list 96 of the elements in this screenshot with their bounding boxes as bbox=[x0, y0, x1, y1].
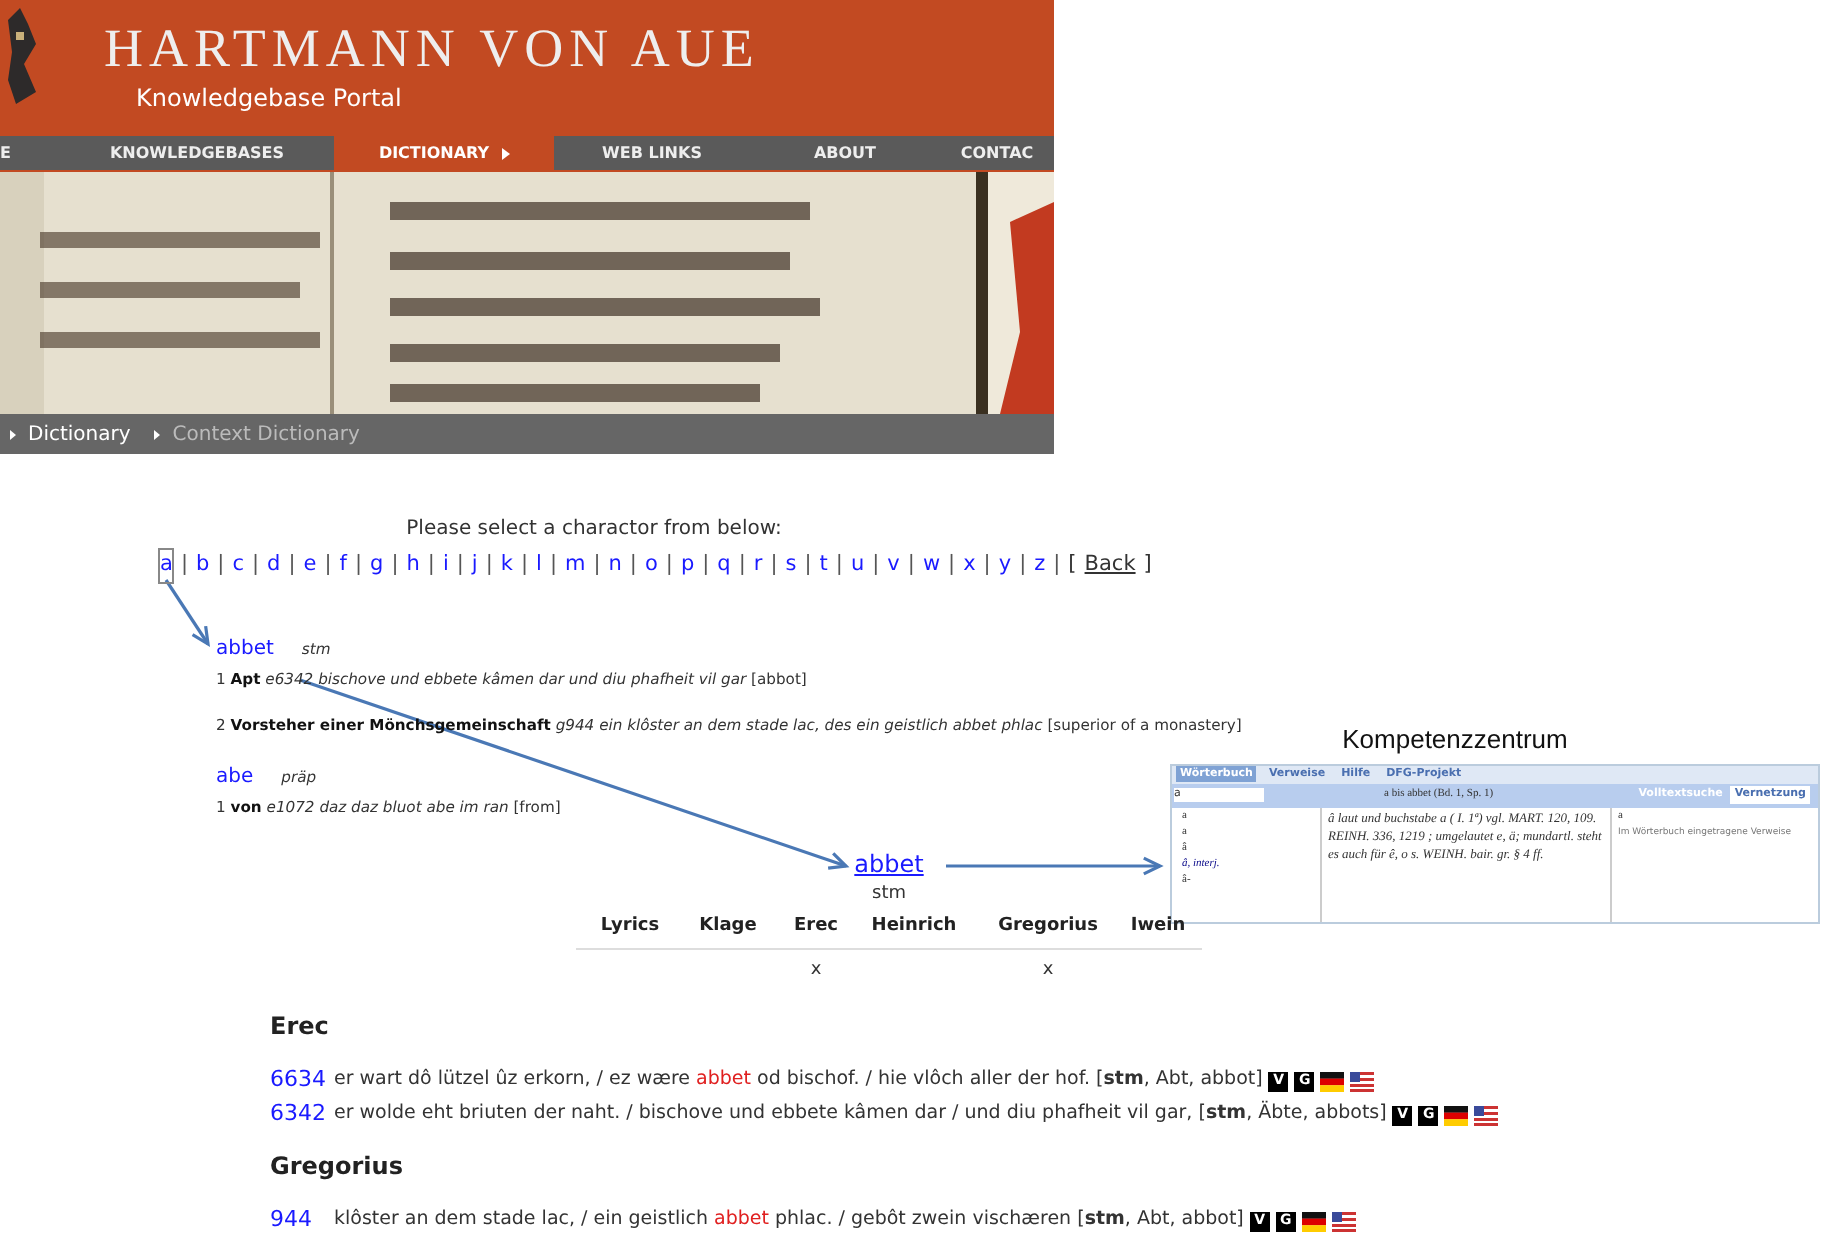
german-flag-icon[interactable] bbox=[1444, 1105, 1469, 1125]
separator: | bbox=[217, 550, 225, 580]
breadcrumb-link[interactable]: Dictionary bbox=[28, 419, 131, 449]
nav-link[interactable]: WEB LINKS bbox=[554, 136, 750, 170]
letter-link[interactable]: q bbox=[717, 550, 731, 582]
separator: | bbox=[427, 550, 435, 580]
nav-link[interactable]: CONTAC bbox=[940, 136, 1054, 170]
nav-link[interactable]: DICTIONARY bbox=[334, 136, 554, 170]
part-of-speech: stm bbox=[872, 882, 906, 908]
verse-text: klôster an dem stade lac, / ein geistlich abbet phlac. / gebôt zwein vischæren [stm, Abt, abbot] bbox=[334, 1206, 1244, 1235]
letter-link[interactable]: r bbox=[753, 550, 763, 582]
caret-icon bbox=[154, 429, 161, 439]
letter-link[interactable]: b bbox=[195, 550, 210, 582]
inset-title: Kompetenzzentrum bbox=[1342, 722, 1570, 758]
letter-link[interactable]: t bbox=[819, 550, 828, 582]
column-header: Heinrich bbox=[869, 914, 959, 940]
separator: | bbox=[948, 550, 956, 580]
caret-icon bbox=[501, 147, 510, 159]
letter-link[interactable]: w bbox=[922, 550, 941, 582]
separator: | bbox=[391, 550, 399, 580]
column-header: Iwein bbox=[1128, 914, 1188, 940]
bracket: ] bbox=[1143, 550, 1152, 580]
verse-text: er wart dô lützel ûz erkorn, / ez wære abbet od bischof. / hie vlôch aller der hof. [stm, Abt, abbot] bbox=[334, 1066, 1263, 1095]
work-heading: Gregorius bbox=[270, 1150, 405, 1184]
site-title: HARTMANN VON AUE bbox=[104, 16, 760, 80]
column-header: Lyrics bbox=[598, 914, 662, 940]
letter-link[interactable]: m bbox=[564, 550, 586, 582]
separator: | bbox=[251, 550, 260, 580]
line-number-link[interactable]: 944 bbox=[270, 1204, 334, 1238]
nav-link[interactable]: ABOUT bbox=[750, 136, 940, 170]
letter-link[interactable]: e bbox=[303, 550, 317, 582]
letter-link[interactable]: v bbox=[887, 550, 900, 582]
column-header: Gregorius bbox=[996, 914, 1100, 940]
letter-link[interactable]: d bbox=[267, 550, 281, 582]
separator: | bbox=[520, 550, 529, 580]
arrow bbox=[164, 579, 210, 648]
letter-link[interactable]: c bbox=[232, 550, 244, 582]
column-header: Erec bbox=[791, 914, 841, 940]
separator: | bbox=[593, 550, 601, 580]
column-header: Klage bbox=[697, 914, 759, 940]
separator: | bbox=[180, 550, 188, 580]
letter-link[interactable]: o bbox=[644, 550, 658, 582]
separator: | bbox=[983, 550, 991, 580]
table-cell: x bbox=[810, 959, 822, 979]
separator: | bbox=[456, 550, 464, 580]
separator: | bbox=[1019, 550, 1027, 580]
letter-link[interactable]: a bbox=[160, 550, 173, 582]
line-number-link[interactable]: 6342 bbox=[270, 1098, 334, 1132]
separator: | bbox=[804, 550, 812, 580]
letter-link[interactable]: i bbox=[442, 550, 449, 582]
german-flag-icon[interactable] bbox=[1301, 1211, 1326, 1231]
verse-text: er wolde eht briuten der naht. / bischove und ebbete kâmen dar / und diu phafheit vil gar, [stm, Äbte, abbots] bbox=[334, 1100, 1387, 1129]
letter-link[interactable]: h bbox=[406, 550, 420, 582]
back-link[interactable]: Back bbox=[1084, 550, 1136, 582]
letter-link[interactable]: x bbox=[963, 550, 976, 582]
letter-link[interactable]: l bbox=[536, 550, 542, 582]
letter-link[interactable]: y bbox=[998, 550, 1012, 582]
line-number-link[interactable]: 6634 bbox=[270, 1064, 334, 1098]
table-cell: x bbox=[1042, 959, 1054, 979]
select-prompt: Please select a charactor from below: bbox=[406, 516, 782, 544]
separator: | bbox=[485, 550, 493, 580]
headword-link[interactable]: abbet bbox=[854, 850, 924, 880]
site-subtitle: Knowledgebase Portal bbox=[134, 82, 404, 116]
separator: | bbox=[288, 550, 296, 580]
nav-link[interactable]: KNOWLEDGEBASES bbox=[60, 136, 334, 170]
separator: | bbox=[629, 550, 637, 580]
letter-link[interactable]: j bbox=[471, 550, 478, 582]
caret-icon bbox=[10, 429, 16, 439]
separator: | bbox=[835, 550, 843, 580]
separator: | bbox=[1053, 550, 1061, 580]
letter-link[interactable]: s bbox=[785, 550, 797, 582]
letter-link[interactable]: g bbox=[370, 550, 384, 582]
lemma-link[interactable]: abe bbox=[216, 761, 254, 792]
us-flag-icon[interactable] bbox=[1474, 1105, 1499, 1125]
letter-link[interactable]: n bbox=[608, 550, 622, 582]
separator: | bbox=[770, 550, 778, 580]
work-heading: Erec bbox=[270, 1010, 331, 1044]
letter-link[interactable]: f bbox=[339, 550, 347, 582]
separator: | bbox=[665, 550, 673, 580]
us-flag-icon[interactable] bbox=[1350, 1071, 1375, 1091]
separator: | bbox=[324, 550, 332, 580]
german-flag-icon[interactable] bbox=[1320, 1071, 1345, 1091]
letter-link[interactable]: z bbox=[1034, 550, 1046, 582]
bracket: [ bbox=[1068, 550, 1077, 580]
nav-link[interactable]: E bbox=[0, 136, 60, 170]
separator: | bbox=[549, 550, 557, 580]
letter-link[interactable]: p bbox=[680, 550, 695, 582]
lemma-link[interactable]: abbet bbox=[216, 633, 274, 664]
separator: | bbox=[702, 550, 710, 580]
separator: | bbox=[738, 550, 746, 580]
letter-link[interactable]: u bbox=[850, 550, 865, 582]
us-flag-icon[interactable] bbox=[1331, 1211, 1356, 1231]
separator: | bbox=[907, 550, 915, 580]
letter-link[interactable]: k bbox=[500, 550, 513, 582]
separator: | bbox=[872, 550, 880, 580]
separator: | bbox=[354, 550, 363, 580]
